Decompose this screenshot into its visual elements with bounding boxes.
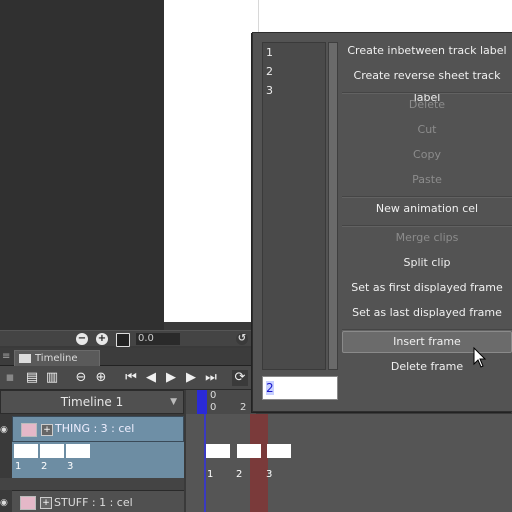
animation-folder-icon — [21, 423, 37, 437]
track-frame-number: 3 — [266, 469, 273, 480]
next-frame-icon[interactable]: ▶ — [184, 370, 198, 386]
timeline-selector[interactable]: Timeline 1 ▼ — [0, 390, 184, 414]
fit-view-icon[interactable] — [116, 333, 130, 347]
cel-number: 3 — [67, 461, 74, 472]
menu-item-merge-clips[interactable]: Merge clips — [342, 227, 512, 249]
track-frame-cell[interactable] — [206, 444, 230, 458]
zoom-field[interactable]: 0.0 — [136, 333, 180, 345]
specify-cels-icon[interactable]: ▥ — [44, 370, 60, 386]
menu-item-copy[interactable]: Copy — [342, 144, 512, 166]
zoom-out-icon[interactable]: ⊖ — [74, 370, 88, 386]
ruler-label: 0 — [210, 390, 217, 401]
timeline-name: Timeline 1 — [60, 395, 124, 409]
eye-icon[interactable]: ◉ — [0, 425, 10, 435]
ruler-label: 0 — [210, 402, 217, 413]
menu-item-new-animation-cel[interactable]: New animation cel — [342, 198, 512, 220]
previous-frame-icon[interactable]: ◀ — [144, 370, 158, 386]
current-frame-column — [250, 414, 268, 512]
cel-thumbnail[interactable] — [40, 444, 64, 458]
chevron-down-icon: ▼ — [170, 397, 177, 407]
mouse-cursor-icon — [473, 347, 487, 368]
menu-item-create-reverse-sheet-track-label[interactable]: Create reverse sheet track label — [342, 65, 512, 104]
menu-item-set-last-displayed-frame[interactable]: Set as last displayed frame — [342, 302, 512, 324]
frame-list[interactable]: 1 2 3 — [262, 42, 326, 370]
panel-tab-bar: ≡ Timeline — [0, 348, 252, 367]
tab-timeline-label: Timeline — [35, 353, 78, 364]
layer-thing[interactable]: + THING : 3 : cel — [12, 416, 184, 442]
layer-label: THING : 3 : cel — [55, 422, 135, 435]
tab-timeline[interactable]: Timeline — [14, 350, 100, 367]
animation-folder-icon — [20, 496, 36, 510]
track-frame-cell[interactable] — [237, 444, 261, 458]
playhead-handle[interactable] — [197, 390, 207, 414]
expand-icon[interactable]: + — [41, 424, 53, 436]
play-icon[interactable]: ▶ — [164, 370, 178, 386]
menu-item-create-inbetween-track-label[interactable]: Create inbetween track label — [342, 40, 512, 62]
zoom-in-icon[interactable]: ⊕ — [94, 370, 108, 386]
new-cel-icon[interactable]: ▤ — [24, 370, 40, 386]
loop-icon[interactable]: ⟳ — [232, 370, 248, 386]
lock-icon[interactable]: ▪ — [4, 370, 16, 386]
cel-thumbnail[interactable] — [66, 444, 90, 458]
ruler-label: 2 — [240, 402, 247, 413]
rotate-icon[interactable]: ↺ — [236, 333, 248, 345]
skip-to-end-icon[interactable]: ⏭ — [204, 370, 218, 386]
cel-number: 1 — [15, 461, 22, 472]
skip-to-start-icon[interactable]: ⏮ — [124, 370, 138, 386]
track-frame-number: 2 — [236, 469, 243, 480]
list-item[interactable]: 3 — [266, 84, 273, 97]
layer-stuff[interactable]: + STUFF : 1 : cel — [12, 490, 184, 512]
timeline-toolbar: ▪ ▤ ▥ ⊖ ⊕ ⏮ ◀ ▶ ▶ ⏭ ⟳ — [0, 366, 252, 390]
zoom-in-icon[interactable]: + — [96, 333, 108, 345]
track-frame-cell[interactable] — [267, 444, 291, 458]
frame-number-value: 2 — [266, 381, 274, 395]
menu-item-set-first-displayed-frame[interactable]: Set as first displayed frame — [342, 277, 512, 299]
zoom-out-icon[interactable]: − — [76, 333, 88, 345]
eye-icon[interactable]: ◉ — [0, 498, 10, 508]
layer-scrollbar[interactable] — [0, 478, 184, 490]
list-item[interactable]: 2 — [266, 65, 273, 78]
layer-label: STUFF : 1 : cel — [54, 496, 133, 509]
menu-item-split-clip[interactable]: Split clip — [342, 252, 512, 274]
menu-item-cut[interactable]: Cut — [342, 119, 512, 141]
cel-number: 2 — [41, 461, 48, 472]
track-area[interactable] — [186, 414, 512, 512]
playhead-line — [204, 414, 206, 512]
frame-list-scrollbar[interactable] — [328, 42, 338, 370]
menu-item-paste[interactable]: Paste — [342, 169, 512, 191]
list-item[interactable]: 1 — [266, 46, 273, 59]
timeline-tab-icon — [19, 354, 31, 363]
panel-menu-icon[interactable]: ≡ — [2, 351, 10, 362]
cel-thumbnail[interactable] — [14, 444, 38, 458]
canvas-background — [0, 0, 164, 330]
menu-item-delete[interactable]: Delete — [342, 94, 512, 116]
frame-number-input[interactable]: 2 — [262, 376, 338, 400]
expand-icon[interactable]: + — [40, 497, 52, 509]
canvas-guide-line — [258, 0, 259, 32]
track-frame-number: 1 — [207, 469, 214, 480]
canvas-navigation-bar: − + 0.0 ↺ — [0, 330, 252, 347]
